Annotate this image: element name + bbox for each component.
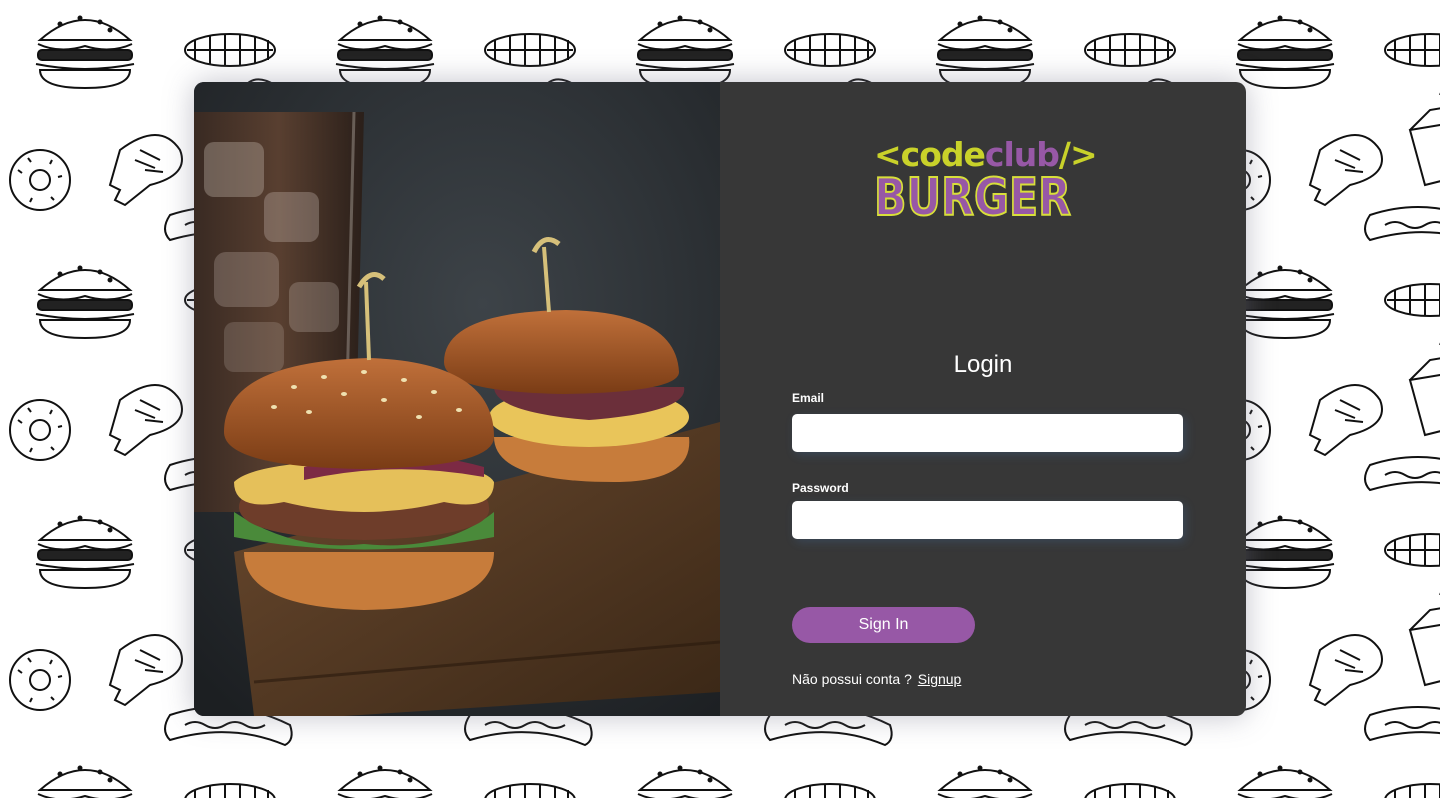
login-panel: <codeclub/> BURGER Login Email Password … [720, 82, 1246, 716]
password-label: Password [792, 481, 849, 495]
logo-burger-text: BURGER [873, 168, 1072, 228]
email-label: Email [792, 391, 825, 405]
burger-photo-image [194, 82, 720, 716]
sign-in-button[interactable]: Sign In [792, 607, 975, 643]
signup-link[interactable]: Signup [918, 671, 962, 687]
password-field[interactable] [792, 501, 1183, 539]
signup-prompt: Não possui conta ? Signup [792, 670, 961, 688]
login-card: <codeclub/> BURGER Login Email Password … [194, 82, 1246, 716]
burger-photo [194, 82, 720, 716]
no-account-text: Não possui conta ? [792, 671, 912, 687]
login-title: Login [953, 351, 1013, 378]
email-field[interactable] [792, 414, 1183, 452]
codeclub-burger-logo: <codeclub/> BURGER [873, 136, 1102, 228]
